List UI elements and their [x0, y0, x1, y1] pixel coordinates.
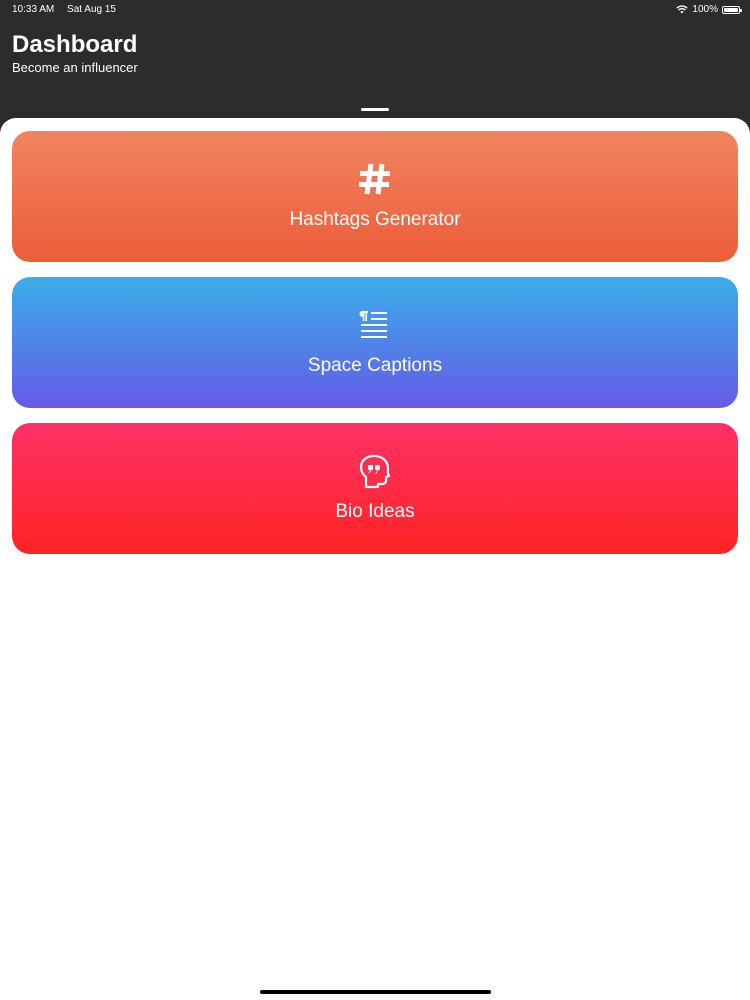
bio-ideas-card[interactable]: Bio Ideas [12, 423, 738, 554]
hashtags-generator-label: Hashtags Generator [289, 209, 461, 230]
space-captions-card[interactable]: Space Captions [12, 277, 738, 408]
space-captions-label: Space Captions [307, 355, 443, 376]
hashtags-generator-card[interactable]: Hashtags Generator [12, 131, 738, 262]
status-date: Sat Aug 15 [67, 4, 116, 15]
battery-fill [724, 7, 738, 12]
status-time: 10:33 AM [12, 4, 55, 15]
sheet-grabber[interactable] [361, 108, 389, 111]
page-title: Dashboard [12, 31, 138, 58]
wifi-icon [676, 5, 689, 14]
home-indicator[interactable] [260, 990, 491, 994]
battery-icon [722, 5, 742, 14]
head-quote-icon [359, 454, 391, 489]
paragraph-lines-icon [359, 311, 387, 338]
header: Dashboard Become an influencer [12, 30, 138, 76]
status-bar: 10:33 AM Sat Aug 15 100% [0, 0, 750, 20]
status-left: 10:33 AM Sat Aug 15 [12, 4, 126, 15]
bio-ideas-label: Bio Ideas [335, 501, 415, 522]
status-right: 100% [676, 4, 742, 15]
hashtag-icon [359, 163, 390, 195]
battery-percent: 100% [692, 4, 718, 15]
page-subtitle: Become an influencer [12, 60, 138, 75]
